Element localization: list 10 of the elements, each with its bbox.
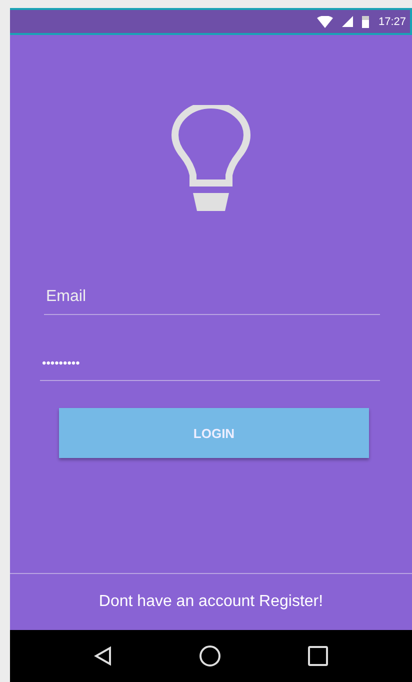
recents-icon[interactable] [308, 646, 328, 666]
battery-icon [362, 16, 370, 28]
status-time: 17:27 [378, 16, 406, 28]
wifi-icon [317, 16, 334, 28]
signal-icon [342, 16, 354, 27]
register-link[interactable]: Dont have an account Register! [98, 593, 324, 611]
password-field[interactable]: ••••••••• [40, 345, 380, 381]
email-field[interactable]: Email [44, 279, 380, 315]
back-icon[interactable] [94, 646, 112, 666]
home-icon[interactable] [198, 645, 221, 667]
